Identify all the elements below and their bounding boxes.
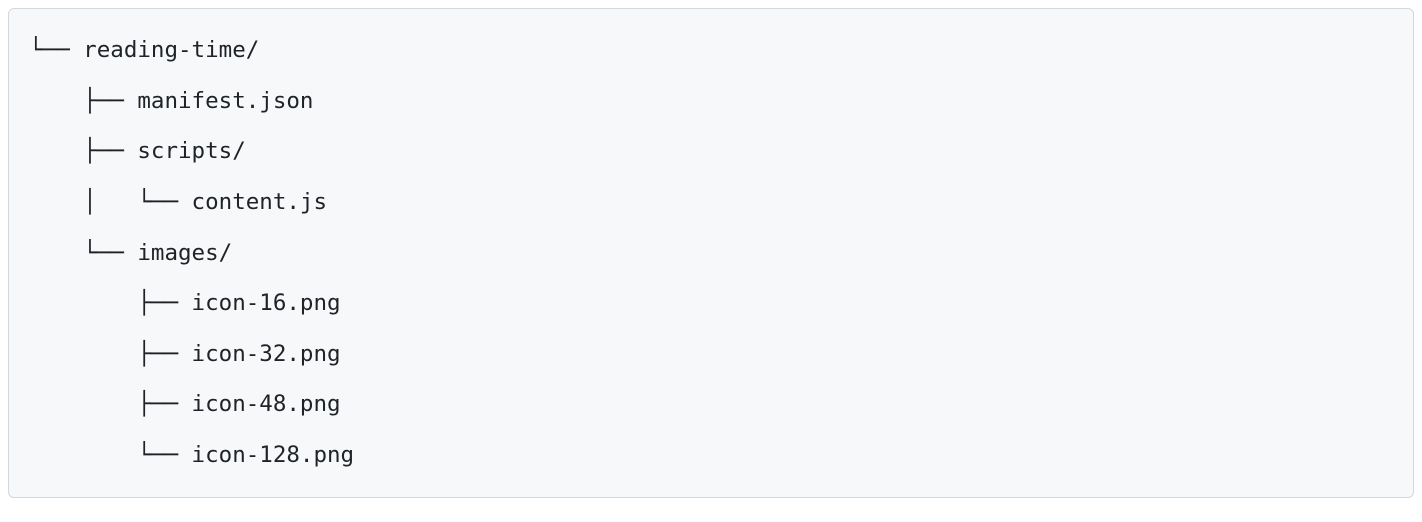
tree-line: ├── icon-32.png <box>29 329 1393 380</box>
tree-line: ├── icon-48.png <box>29 379 1393 430</box>
tree-line: │ └── content.js <box>29 177 1393 228</box>
tree-line: ├── manifest.json <box>29 76 1393 127</box>
tree-line: ├── icon-16.png <box>29 278 1393 329</box>
tree-line: └── icon-128.png <box>29 430 1393 481</box>
tree-line: ├── scripts/ <box>29 126 1393 177</box>
tree-line: └── images/ <box>29 228 1393 279</box>
tree-line: └── reading-time/ <box>29 25 1393 76</box>
file-tree-block: └── reading-time/ ├── manifest.json ├── … <box>8 8 1414 498</box>
